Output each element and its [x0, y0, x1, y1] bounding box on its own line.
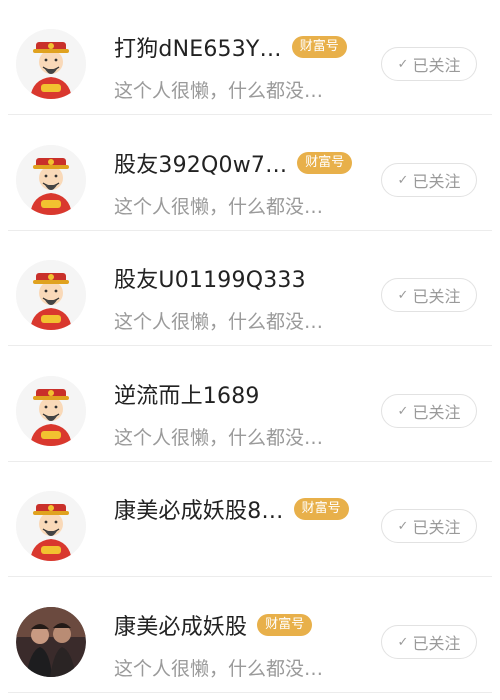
check-icon: ✓ — [397, 172, 409, 188]
user-bio: 这个人很懒，什么都没… — [114, 658, 324, 680]
name-row: 康美必成妖股 财富号 — [114, 609, 313, 641]
name-row: 股友392Q0w7… 财富号 — [114, 147, 353, 179]
name-row: 打狗dNE653Y… 财富号 — [114, 32, 347, 62]
caishen-avatar[interactable] — [16, 145, 86, 215]
followed-button[interactable]: ✓ 已关注 — [381, 163, 477, 197]
followed-button[interactable]: ✓ 已关注 — [381, 625, 477, 659]
followed-button[interactable]: ✓ 已关注 — [381, 394, 477, 428]
check-icon: ✓ — [397, 634, 409, 650]
list-item[interactable]: 逆流而上1689 这个人很懒，什么都没… ✓ 已关注 — [0, 347, 500, 462]
check-icon: ✓ — [397, 287, 409, 303]
row-divider — [8, 114, 492, 115]
check-icon: ✓ — [397, 403, 409, 419]
caishen-avatar[interactable] — [16, 491, 86, 561]
name-row: 逆流而上1689 — [114, 379, 260, 409]
caishen-avatar[interactable] — [16, 260, 86, 330]
follow-label: 已关注 — [412, 172, 461, 191]
row-divider — [8, 692, 492, 693]
user-name[interactable]: 打狗dNE653Y… — [114, 31, 282, 63]
list-item[interactable]: 股友392Q0w7… 财富号这个人很懒，什么都没… ✓ 已关注 — [0, 116, 500, 231]
followed-button[interactable]: ✓ 已关注 — [381, 278, 477, 312]
user-name[interactable]: 股友U01199Q333 — [114, 262, 306, 294]
name-row: 股友U01199Q333 — [114, 263, 306, 293]
user-name[interactable]: 股友392Q0w7… — [114, 147, 287, 179]
name-row: 康美必成妖股8… 财富号 — [114, 494, 349, 524]
check-icon: ✓ — [397, 56, 409, 72]
user-photo-avatar[interactable] — [16, 607, 86, 677]
follow-label: 已关注 — [412, 56, 461, 75]
caishen-avatar[interactable] — [16, 376, 86, 446]
followed-button[interactable]: ✓ 已关注 — [381, 47, 477, 81]
wealth-badge: 财富号 — [297, 152, 353, 174]
user-bio: 这个人很懒，什么都没… — [114, 196, 324, 218]
follow-label: 已关注 — [412, 634, 461, 653]
user-bio: 这个人很懒，什么都没… — [114, 80, 324, 102]
check-icon: ✓ — [397, 518, 409, 534]
wealth-badge: 财富号 — [257, 614, 313, 636]
row-divider — [8, 345, 492, 346]
list-item[interactable]: 康美必成妖股8… 财富号 ✓ 已关注 — [0, 462, 500, 577]
follow-label: 已关注 — [412, 403, 461, 422]
list-item[interactable]: 打狗dNE653Y… 财富号这个人很懒，什么都没… ✓ 已关注 — [0, 0, 500, 115]
user-name[interactable]: 康美必成妖股 — [114, 609, 247, 641]
user-bio: 这个人很懒，什么都没… — [114, 427, 324, 449]
follow-label: 已关注 — [412, 287, 461, 306]
wealth-badge: 财富号 — [291, 36, 347, 58]
follow-list: 打狗dNE653Y… 财富号 这个人很懒，什么都没… ✓ 已关注 股友392Q0w7… 财… — [0, 0, 500, 700]
user-bio: 这个人很懒，什么都没… — [114, 311, 324, 333]
list-item[interactable]: 康美必成妖股 财富号这个人很懒，什么都没… ✓ 已关注 — [0, 578, 500, 693]
caishen-avatar[interactable] — [16, 29, 86, 99]
followed-button[interactable]: ✓ 已关注 — [381, 509, 477, 543]
user-name[interactable]: 逆流而上1689 — [114, 378, 260, 410]
wealth-badge: 财富号 — [293, 498, 349, 520]
follow-label: 已关注 — [412, 518, 461, 537]
row-divider — [8, 576, 492, 577]
list-item[interactable]: 股友U01199Q333 这个人很懒，什么都没… ✓ 已关注 — [0, 231, 500, 346]
user-name[interactable]: 康美必成妖股8… — [114, 493, 284, 525]
